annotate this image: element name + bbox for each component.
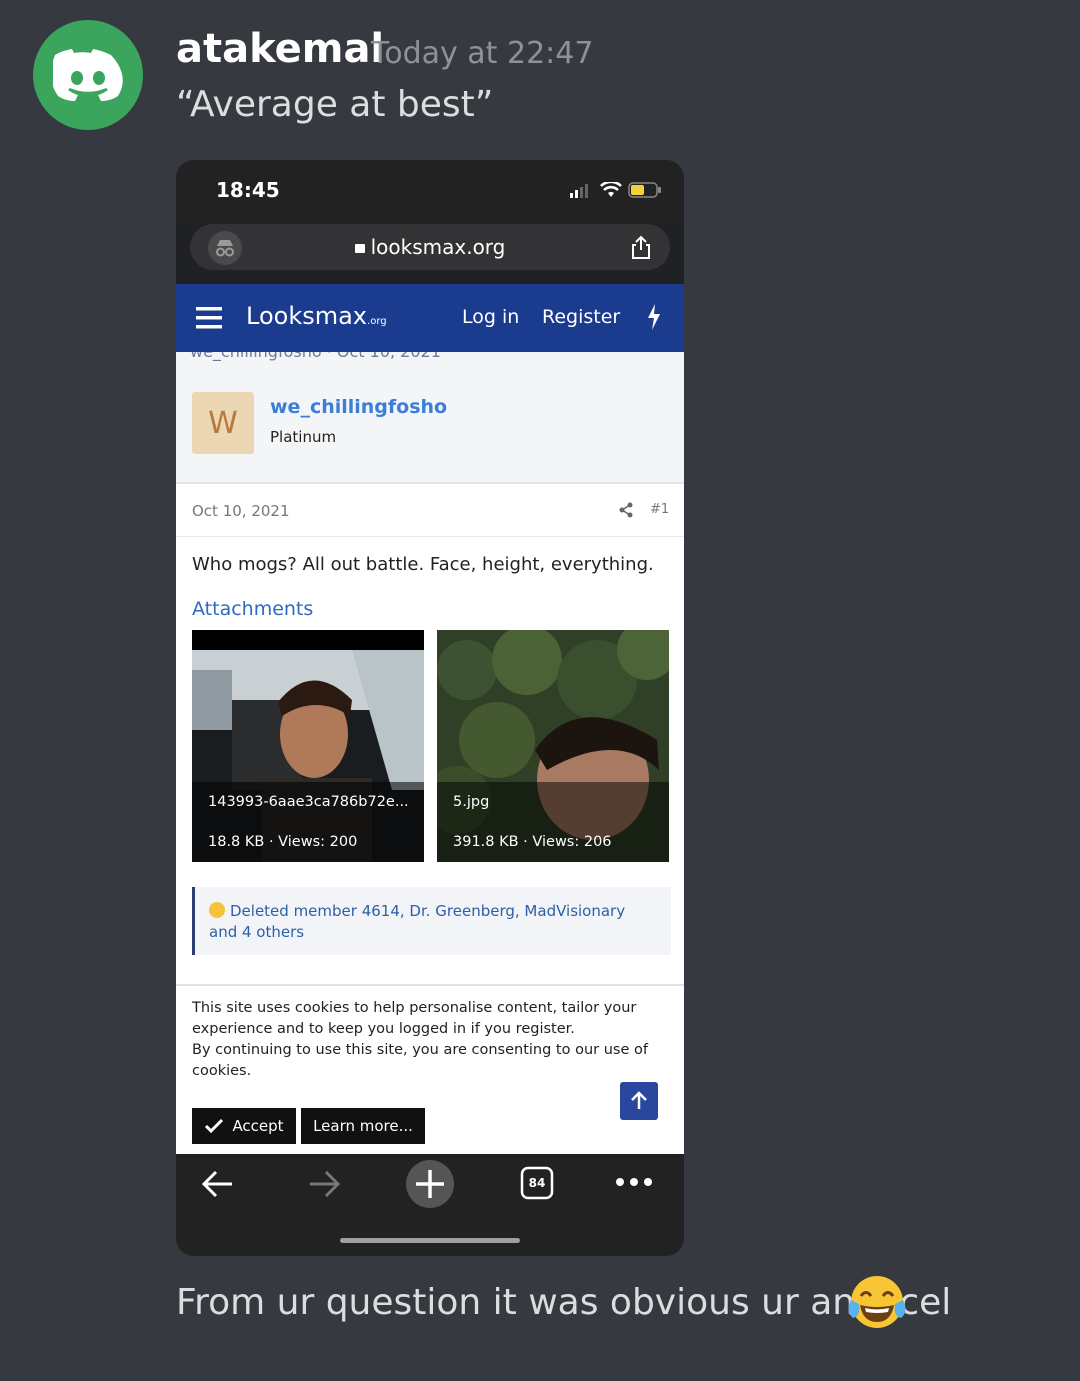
cookie-text-2: By continuing to use this site, you are … (192, 1042, 648, 1079)
attached-screenshot[interactable]: 18:45 looksmax.org Looksmax.org Log in R… (176, 160, 684, 1256)
home-indicator (340, 1238, 520, 1243)
attachment-thumbnail-2[interactable]: 5.jpg 391.8 KB · Views: 206 (437, 630, 669, 862)
attachment-filename[interactable]: 5.jpg (453, 794, 489, 810)
site-logo[interactable]: Looksmax.org (246, 302, 387, 330)
reaction-list[interactable]: Deleted member 4614, Dr. Greenberg, MadV… (209, 902, 625, 941)
learn-more-button[interactable]: Learn more... (301, 1108, 425, 1144)
arrow-up-icon (631, 1091, 647, 1109)
cellular-signal-icon (570, 184, 588, 198)
post-author-block: W we_chillingfosho Platinum (176, 376, 684, 484)
back-arrow-icon[interactable] (198, 1164, 238, 1204)
message-text: “Average at best” (176, 84, 494, 125)
more-options-icon[interactable] (614, 1174, 654, 1190)
forward-arrow-icon[interactable] (304, 1164, 344, 1204)
status-time: 18:45 (216, 178, 280, 202)
webpage-viewport[interactable]: we_chillingfosho · Oct 10, 2021 Looksmax… (176, 284, 684, 1154)
address-bar[interactable]: looksmax.org (190, 224, 670, 270)
reply-message-text: From ur question it was obvious ur an in… (176, 1282, 952, 1323)
post-divider (176, 536, 684, 537)
accept-label: Accept (232, 1117, 284, 1135)
cookie-text-1: This site uses cookies to help personali… (192, 1000, 637, 1037)
laughing-reaction-icon (209, 902, 225, 918)
tab-count: 84 (528, 1176, 546, 1190)
discord-avatar[interactable] (33, 20, 143, 130)
hamburger-menu-icon[interactable] (196, 306, 222, 330)
scroll-to-top-button[interactable] (620, 1082, 658, 1120)
post-share-icon[interactable] (618, 502, 634, 518)
hedge-selfie-image (437, 630, 669, 862)
post-date[interactable]: Oct 10, 2021 (192, 502, 290, 520)
battery-icon (628, 182, 661, 198)
attachment-filename[interactable]: 143993-6aae3ca786b72e... (208, 794, 409, 810)
post-username[interactable]: we_chillingfosho (270, 396, 447, 418)
attachment-thumbnail-1[interactable]: 143993-6aae3ca786b72e... 18.8 KB · Views… (192, 630, 424, 862)
post-body: Who mogs? All out battle. Face, height, … (192, 554, 654, 575)
logo-main: Looksmax (246, 302, 368, 330)
reactions-bar[interactable]: Deleted member 4614, Dr. Greenberg, MadV… (192, 887, 671, 955)
message-timestamp: Today at 22:47 (371, 36, 594, 71)
url-label: looksmax.org (370, 235, 506, 259)
browser-toolbar: 84 (176, 1156, 684, 1256)
attachment-meta: 391.8 KB · Views: 206 (453, 834, 612, 850)
post-number[interactable]: #1 (650, 502, 669, 517)
attachments-heading: Attachments (192, 598, 314, 620)
user-rank: Platinum (270, 428, 337, 446)
car-selfie-image (192, 630, 424, 862)
discord-logo-icon (53, 49, 123, 101)
ios-status-bar: 18:45 (176, 160, 684, 222)
message-author[interactable]: atakemal (176, 26, 384, 72)
user-avatar[interactable]: W (192, 392, 254, 454)
new-tab-plus-icon[interactable] (406, 1160, 454, 1208)
register-link[interactable]: Register (542, 306, 620, 328)
site-navbar: Looksmax.org Log in Register (176, 284, 684, 352)
lightning-bolt-icon[interactable] (646, 304, 662, 330)
checkmark-icon (205, 1118, 224, 1134)
wifi-icon (600, 182, 622, 197)
face-with-tears-of-joy-icon (848, 1276, 906, 1328)
login-link[interactable]: Log in (462, 306, 519, 328)
accept-cookies-button[interactable]: Accept (192, 1108, 296, 1144)
cookie-notice: This site uses cookies to help personali… (176, 984, 684, 1154)
share-icon[interactable] (628, 234, 654, 260)
attachment-meta: 18.8 KB · Views: 200 (208, 834, 358, 850)
lock-icon (354, 244, 365, 253)
url-text[interactable]: looksmax.org (190, 235, 670, 259)
logo-tld: .org (367, 316, 387, 327)
